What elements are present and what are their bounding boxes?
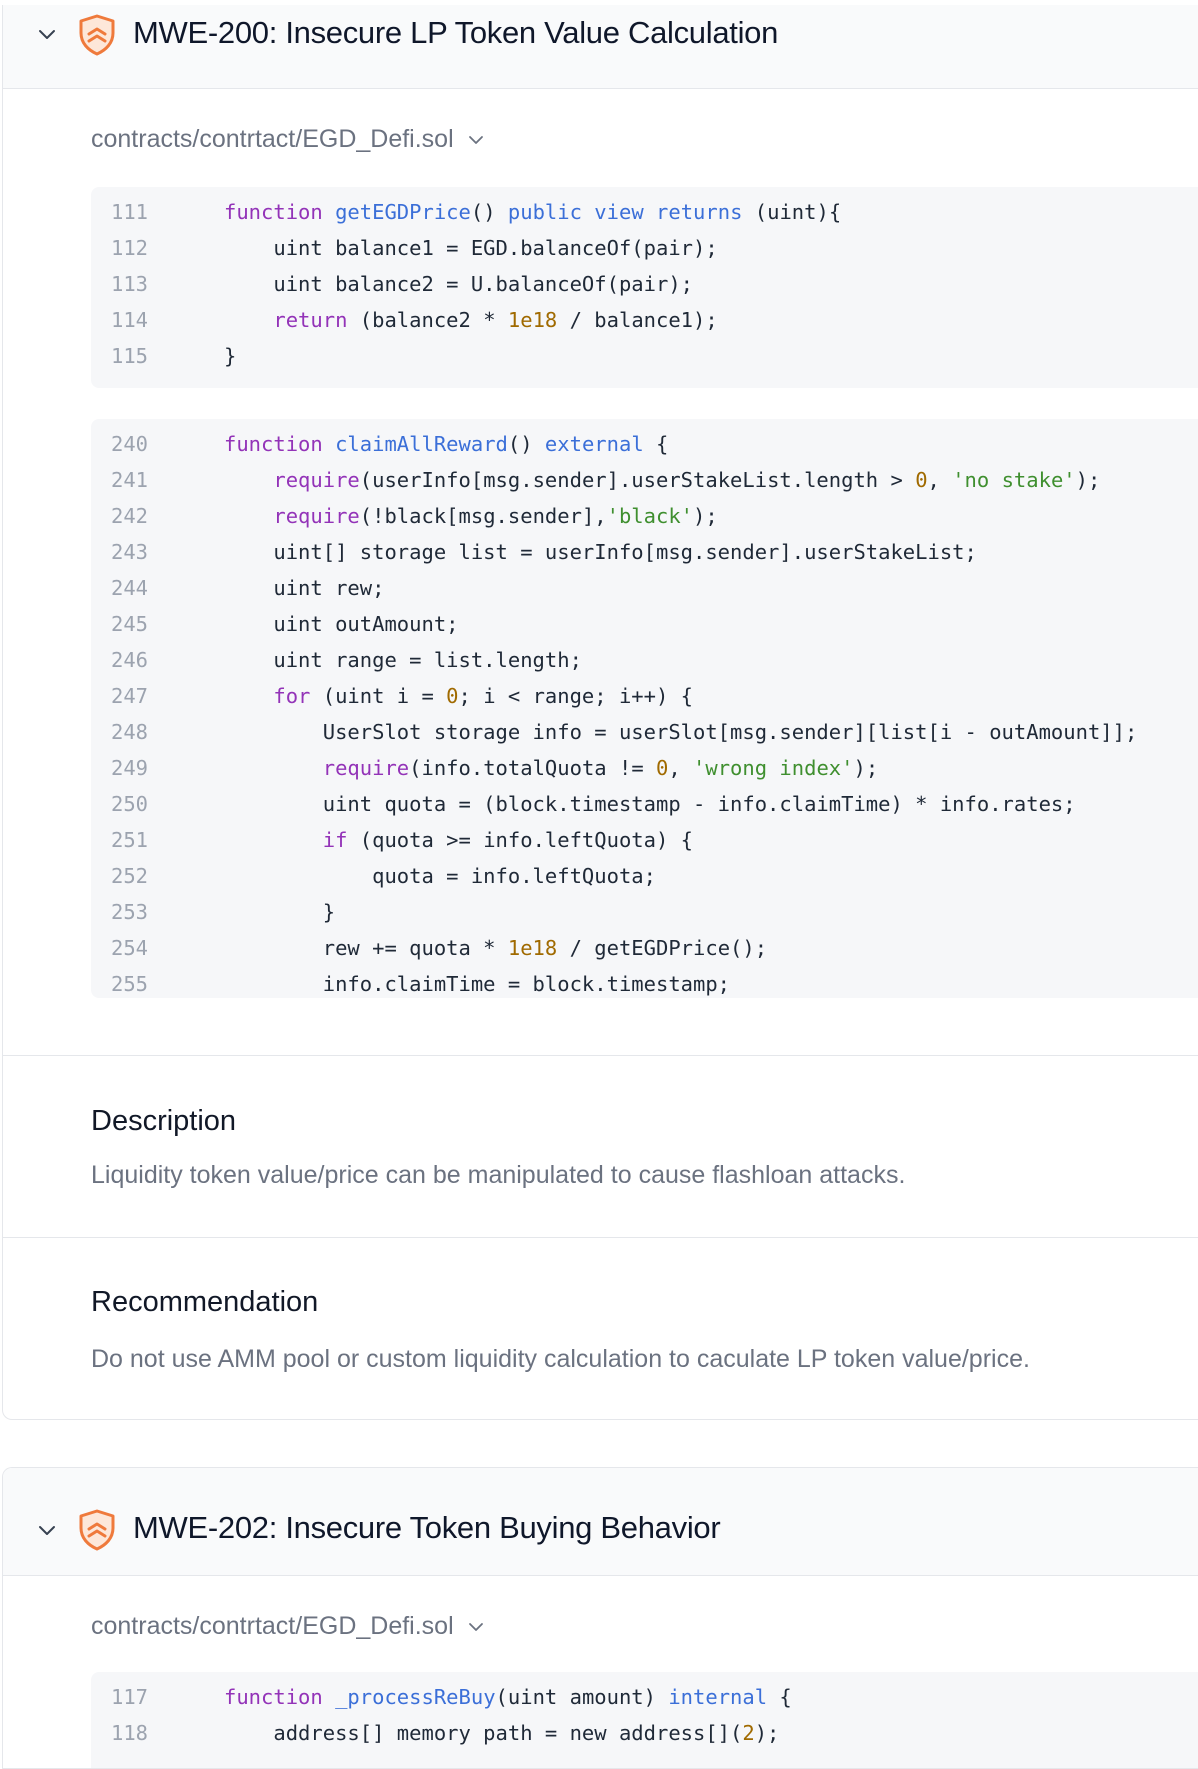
line-number: 117 xyxy=(111,1685,149,1709)
code-text: rew += quota * 1e18 / getEGDPrice(); xyxy=(224,936,768,960)
line-number: 243 xyxy=(111,540,149,564)
chevron-down-icon[interactable] xyxy=(37,1524,57,1538)
code-text: function getEGDPrice() public view retur… xyxy=(224,200,842,224)
code-text: uint quota = (block.timestamp - info.cla… xyxy=(224,792,1076,816)
code-text: uint[] storage list = userInfo[msg.sende… xyxy=(224,540,977,564)
code-text: require(!black[msg.sender],'black'); xyxy=(273,504,718,528)
recommendation-text: Do not use AMM pool or custom liquidity … xyxy=(91,1345,1030,1373)
line-number: 251 xyxy=(111,828,149,852)
line-number: 114 xyxy=(111,308,149,332)
code-text: return (balance2 * 1e18 / balance1); xyxy=(273,308,718,332)
recommendation-heading: Recommendation xyxy=(91,1286,319,1318)
code-text: UserSlot storage info = userSlot[msg.sen… xyxy=(224,720,1138,744)
finding-header[interactable]: MWE-202: Insecure Token Buying Behavior xyxy=(3,1468,1198,1576)
line-number: 241 xyxy=(111,468,149,492)
description-heading: Description xyxy=(91,1105,237,1137)
shield-warning-icon xyxy=(79,1509,115,1551)
line-number: 242 xyxy=(111,504,149,528)
code-text: info.claimTime = block.timestamp; xyxy=(224,972,731,996)
line-number: 246 xyxy=(111,648,149,672)
line-number: 118 xyxy=(111,1721,149,1745)
chevron-down-icon[interactable] xyxy=(468,1622,484,1632)
finding-title: MWE-202: Insecure Token Buying Behavior xyxy=(133,1510,721,1545)
code-snippet[interactable]: 240 function claimAllReward() external { 2… xyxy=(91,419,1198,998)
line-number: 111 xyxy=(111,200,149,224)
code-text: address[] memory path = new address[](2)… xyxy=(224,1721,780,1745)
file-path: contracts/contrtact/EGD_Defi.sol xyxy=(91,125,454,153)
line-number: 244 xyxy=(111,576,149,600)
code-text: if (quota >= info.leftQuota) { xyxy=(322,828,694,852)
finding-card-mwe-200: MWE-200: Insecure LP Token Value Calcula… xyxy=(2,5,1198,1420)
file-selector[interactable]: contracts/contrtact/EGD_Defi.sol xyxy=(91,1612,484,1641)
divider xyxy=(3,1237,1198,1238)
line-number: 252 xyxy=(111,864,149,888)
line-number: 115 xyxy=(111,344,149,368)
line-number: 248 xyxy=(111,720,149,744)
file-path: contracts/contrtact/EGD_Defi.sol xyxy=(91,1612,454,1640)
code-text: function claimAllReward() external { xyxy=(224,432,669,456)
code-snippet[interactable]: 117 function _processReBuy(uint amount) i… xyxy=(91,1672,1198,1768)
line-number: 250 xyxy=(111,792,149,816)
code-text: uint rew; xyxy=(224,576,385,600)
code-text: require(userInfo[msg.sender].userStakeLi… xyxy=(273,468,1101,492)
line-number: 253 xyxy=(111,900,149,924)
shield-warning-icon xyxy=(79,14,115,56)
finding-header[interactable]: MWE-200: Insecure LP Token Value Calcula… xyxy=(3,5,1198,89)
code-text: function _processReBuy(uint amount) inte… xyxy=(224,1685,792,1709)
finding-title: MWE-200: Insecure LP Token Value Calcula… xyxy=(133,15,779,50)
code-text: } xyxy=(224,900,336,924)
finding-card-mwe-202: MWE-202: Insecure Token Buying Behavior … xyxy=(2,1467,1198,1769)
code-snippet: 111 function getEGDPrice() public view re… xyxy=(91,187,1198,388)
file-selector[interactable]: contracts/contrtact/EGD_Defi.sol xyxy=(91,125,484,154)
description-text: Liquidity token value/price can be manip… xyxy=(91,1161,906,1189)
code-text: require(info.totalQuota != 0, 'wrong ind… xyxy=(322,756,879,780)
code-text: uint outAmount; xyxy=(224,612,459,636)
chevron-down-icon[interactable] xyxy=(37,28,57,42)
line-number: 113 xyxy=(111,272,149,296)
code-text: quota = info.leftQuota; xyxy=(224,864,656,888)
code-text: for (uint i = 0; i < range; i++) { xyxy=(273,684,694,708)
line-number: 254 xyxy=(111,936,149,960)
line-number: 240 xyxy=(111,432,149,456)
divider xyxy=(3,1055,1198,1056)
line-number: 245 xyxy=(111,612,149,636)
line-number: 247 xyxy=(111,684,149,708)
line-number: 255 xyxy=(111,972,149,996)
line-number: 112 xyxy=(111,236,149,260)
line-number: 249 xyxy=(111,756,149,780)
code-text: } xyxy=(224,344,237,368)
code-text: uint balance2 = U.balanceOf(pair); xyxy=(224,272,693,296)
code-text: uint balance1 = EGD.balanceOf(pair); xyxy=(224,236,718,260)
code-text: uint range = list.length; xyxy=(224,648,582,672)
chevron-down-icon[interactable] xyxy=(468,135,484,145)
